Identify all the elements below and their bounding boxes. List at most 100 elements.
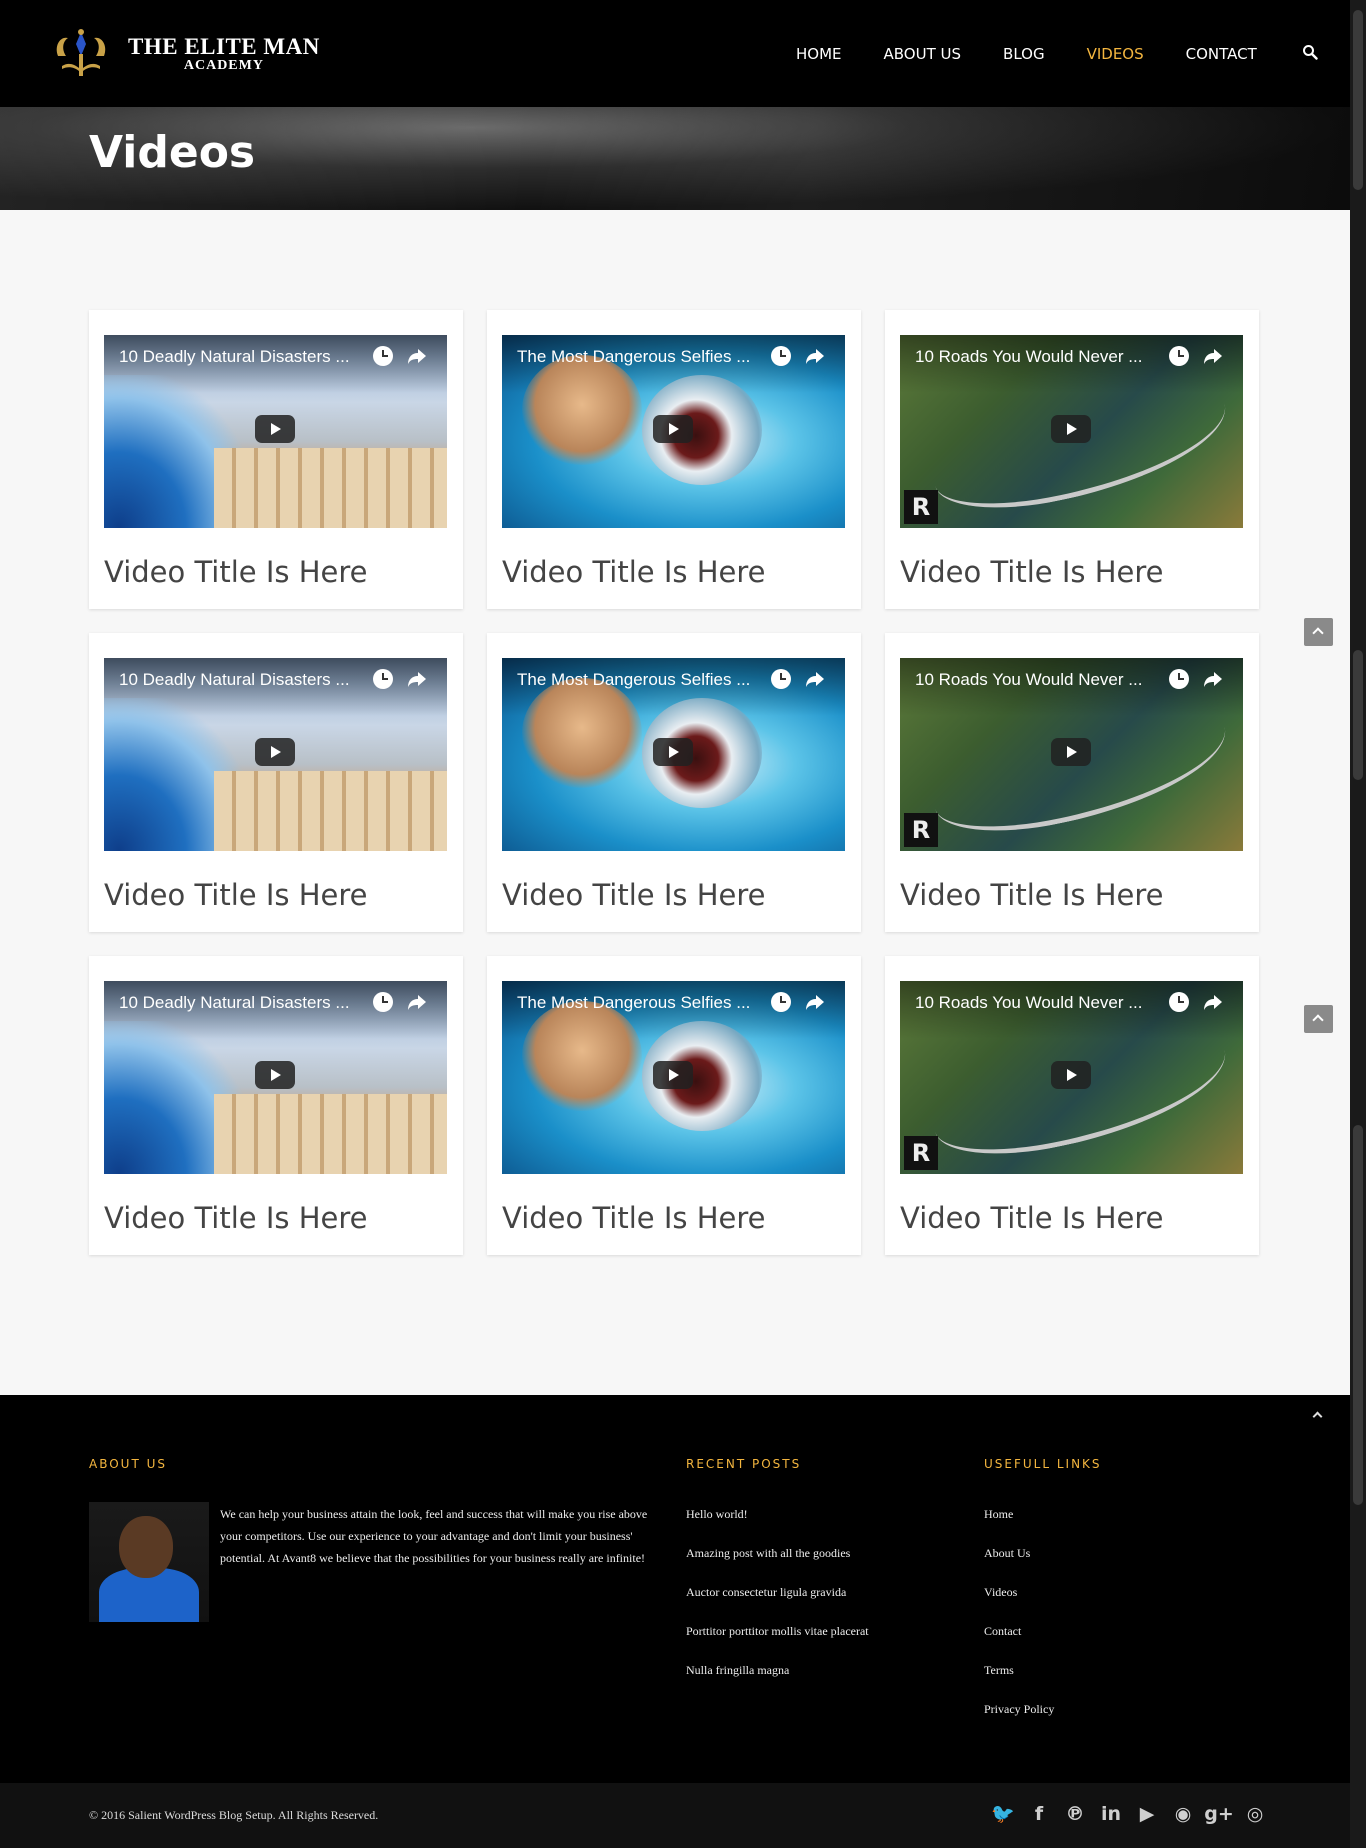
share-icon[interactable] xyxy=(804,346,826,366)
video-card: The Most Dangerous Selfies ... Video Tit… xyxy=(487,633,861,932)
share-icon[interactable] xyxy=(406,346,428,366)
facebook-icon[interactable]: f xyxy=(1021,1801,1057,1827)
watch-later-icon[interactable] xyxy=(373,992,393,1012)
watch-later-icon[interactable] xyxy=(771,669,791,689)
footer-link-contact[interactable]: Contact xyxy=(984,1618,1054,1657)
footer-link-terms[interactable]: Terms xyxy=(984,1657,1054,1696)
thumbnail-buildings xyxy=(214,448,447,528)
scrollbar-thumb[interactable] xyxy=(1353,650,1363,780)
watch-later-icon[interactable] xyxy=(373,346,393,366)
watch-later-icon[interactable] xyxy=(771,992,791,1012)
back-to-top-button[interactable] xyxy=(1304,618,1333,646)
play-button[interactable] xyxy=(1051,738,1091,766)
play-button[interactable] xyxy=(255,738,295,766)
rss-icon[interactable]: ◉ xyxy=(1165,1801,1201,1827)
video-thumbnail[interactable]: R 10 Roads You Would Never ... xyxy=(900,981,1243,1174)
share-icon[interactable] xyxy=(804,669,826,689)
recent-post-link[interactable]: Auctor consectetur ligula gravida xyxy=(686,1579,869,1618)
video-title[interactable]: Video Title Is Here xyxy=(104,555,368,589)
video-thumbnail[interactable]: The Most Dangerous Selfies ... xyxy=(502,981,845,1174)
footer-about-heading: ABOUT US xyxy=(89,1457,168,1471)
footer-link-privacy-policy[interactable]: Privacy Policy xyxy=(984,1696,1054,1735)
share-icon[interactable] xyxy=(406,669,428,689)
watch-later-icon[interactable] xyxy=(771,346,791,366)
share-icon[interactable] xyxy=(1202,346,1224,366)
video-embed-title[interactable]: 10 Roads You Would Never ... xyxy=(915,993,1142,1013)
instagram-icon[interactable]: ◎ xyxy=(1237,1801,1273,1827)
copyright-text: © 2016 Salient WordPress Blog Setup. All… xyxy=(89,1808,379,1822)
share-icon[interactable] xyxy=(1202,669,1224,689)
video-thumbnail[interactable]: 10 Deadly Natural Disasters ... xyxy=(104,981,447,1174)
video-title[interactable]: Video Title Is Here xyxy=(502,878,766,912)
back-to-top-button[interactable] xyxy=(1304,1005,1333,1033)
page-scrollbar[interactable] xyxy=(1350,0,1366,1848)
video-embed-title[interactable]: The Most Dangerous Selfies ... xyxy=(517,993,750,1013)
thumbnail-buildings xyxy=(214,1094,447,1174)
share-icon[interactable] xyxy=(406,992,428,1012)
video-title[interactable]: Video Title Is Here xyxy=(502,1201,766,1235)
video-thumbnail[interactable]: 10 Deadly Natural Disasters ... xyxy=(104,658,447,851)
footer-link-home[interactable]: Home xyxy=(984,1501,1054,1540)
watch-later-icon[interactable] xyxy=(1169,992,1189,1012)
nav-videos[interactable]: VIDEOS xyxy=(1087,45,1144,63)
scrollbar-thumb[interactable] xyxy=(1353,10,1363,190)
play-button[interactable] xyxy=(1051,415,1091,443)
video-thumbnail[interactable]: R 10 Roads You Would Never ... xyxy=(900,335,1243,528)
play-button[interactable] xyxy=(653,415,693,443)
nav-home[interactable]: HOME xyxy=(796,45,842,63)
video-title[interactable]: Video Title Is Here xyxy=(502,555,766,589)
twitter-icon[interactable]: 🐦 xyxy=(985,1801,1021,1827)
chevron-up-icon[interactable] xyxy=(1312,1409,1322,1419)
recent-post-link[interactable]: Porttitor porttitor mollis vitae placera… xyxy=(686,1618,869,1657)
share-icon[interactable] xyxy=(804,992,826,1012)
watch-later-icon[interactable] xyxy=(373,669,393,689)
video-thumbnail[interactable]: The Most Dangerous Selfies ... xyxy=(502,335,845,528)
google-plus-icon[interactable]: g+ xyxy=(1201,1801,1237,1827)
video-thumbnail[interactable]: R 10 Roads You Would Never ... xyxy=(900,658,1243,851)
site-logo[interactable]: THE ELITE MAN ACADEMY xyxy=(50,26,320,82)
share-icon[interactable] xyxy=(1202,992,1224,1012)
video-embed-title[interactable]: 10 Roads You Would Never ... xyxy=(915,347,1142,367)
recent-post-link[interactable]: Nulla fringilla magna xyxy=(686,1657,869,1696)
play-button[interactable] xyxy=(255,1061,295,1089)
video-embed-title[interactable]: 10 Deadly Natural Disasters ... xyxy=(119,670,350,690)
recent-post-link[interactable]: Hello world! xyxy=(686,1501,869,1540)
video-embed-title[interactable]: 10 Deadly Natural Disasters ... xyxy=(119,993,350,1013)
video-title[interactable]: Video Title Is Here xyxy=(900,555,1164,589)
thumbnail-diver xyxy=(522,678,642,788)
video-card: R 10 Roads You Would Never ... Video Tit… xyxy=(885,956,1259,1255)
video-embed-title[interactable]: The Most Dangerous Selfies ... xyxy=(517,347,750,367)
social-links: 🐦 f ℗ in ▶ ◉ g+ ◎ xyxy=(985,1801,1273,1827)
nav-blog[interactable]: BLOG xyxy=(1003,45,1045,63)
recent-post-link[interactable]: Amazing post with all the goodies xyxy=(686,1540,869,1579)
video-embed-title[interactable]: 10 Deadly Natural Disasters ... xyxy=(119,347,350,367)
video-thumbnail[interactable]: 10 Deadly Natural Disasters ... xyxy=(104,335,447,528)
video-title[interactable]: Video Title Is Here xyxy=(104,878,368,912)
scrollbar-thumb[interactable] xyxy=(1353,1125,1363,1505)
linkedin-icon[interactable]: in xyxy=(1093,1801,1129,1827)
play-button[interactable] xyxy=(653,1061,693,1089)
play-button[interactable] xyxy=(255,415,295,443)
watch-later-icon[interactable] xyxy=(1169,346,1189,366)
thumbnail-buildings xyxy=(214,771,447,851)
watch-later-icon[interactable] xyxy=(1169,669,1189,689)
pinterest-icon[interactable]: ℗ xyxy=(1057,1801,1093,1827)
video-title[interactable]: Video Title Is Here xyxy=(900,1201,1164,1235)
video-embed-title[interactable]: 10 Roads You Would Never ... xyxy=(915,670,1142,690)
video-title[interactable]: Video Title Is Here xyxy=(104,1201,368,1235)
footer-link-videos[interactable]: Videos xyxy=(984,1579,1054,1618)
play-button[interactable] xyxy=(653,738,693,766)
brand-line-2: ACADEMY xyxy=(183,58,264,73)
youtube-icon[interactable]: ▶ xyxy=(1129,1801,1165,1827)
video-thumbnail[interactable]: The Most Dangerous Selfies ... xyxy=(502,658,845,851)
play-button[interactable] xyxy=(1051,1061,1091,1089)
footer-about-text: We can help your business attain the loo… xyxy=(220,1507,648,1565)
nav-contact[interactable]: CONTACT xyxy=(1186,45,1257,63)
nav-about-us[interactable]: ABOUT US xyxy=(884,45,962,63)
video-embed-title[interactable]: The Most Dangerous Selfies ... xyxy=(517,670,750,690)
footer-link-about-us[interactable]: About Us xyxy=(984,1540,1054,1579)
video-title[interactable]: Video Title Is Here xyxy=(900,878,1164,912)
channel-logo-icon: R xyxy=(904,1136,938,1170)
video-card: 10 Deadly Natural Disasters ... Video Ti… xyxy=(89,633,463,932)
search-icon[interactable] xyxy=(1302,44,1318,60)
